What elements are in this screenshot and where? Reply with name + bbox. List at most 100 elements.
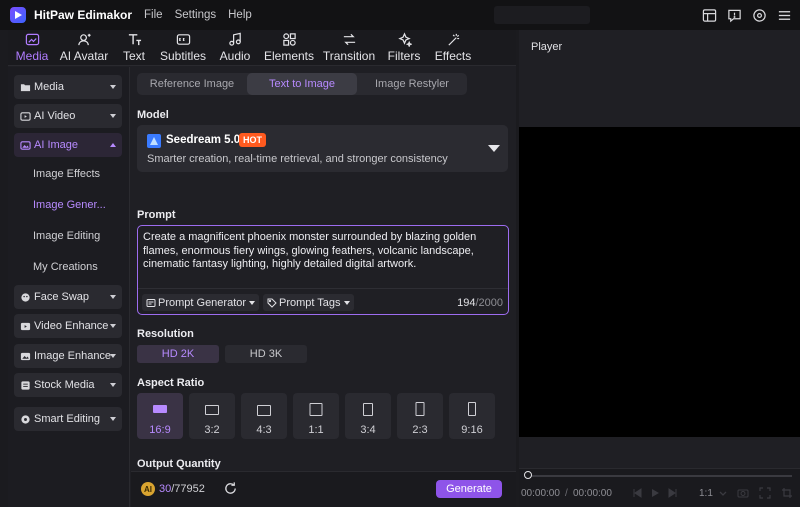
nav-label: Media (34, 81, 64, 93)
tab-ai-avatar[interactable]: AI Avatar (56, 30, 112, 66)
aspect-2-3[interactable]: 2:3 (397, 393, 443, 439)
folder-icon (20, 83, 31, 91)
tab-audio[interactable]: Audio (210, 30, 260, 66)
media-panel: Media AI Avatar Text Subtitles Audio Ele… (8, 30, 516, 507)
tab-text[interactable]: Text (112, 30, 156, 66)
aspect-4-3-icon (257, 405, 271, 416)
segment-image-restyler[interactable]: Image Restyler (357, 73, 467, 95)
nav-video-enhance[interactable]: Video Enhance (14, 314, 122, 338)
feedback-icon[interactable] (726, 7, 742, 23)
crop-icon[interactable] (781, 487, 793, 499)
menu-help[interactable]: Help (228, 9, 252, 21)
subnav-my-creations[interactable]: My Creations (33, 261, 98, 273)
title-bar: HitPaw Edimakor File Settings Help (0, 0, 800, 30)
prompt-tags-button[interactable]: Prompt Tags (263, 294, 354, 311)
nav-smart-editing[interactable]: Smart Editing (14, 407, 122, 431)
chevron-down-icon (110, 417, 116, 421)
smart-editing-icon (21, 414, 30, 424)
aspect-3-4[interactable]: 3:4 (345, 393, 391, 439)
menu-settings[interactable]: Settings (175, 9, 217, 21)
nav-ai-image[interactable]: AI Image (14, 133, 122, 157)
prompt-input[interactable]: Create a magnificent phoenix monster sur… (137, 225, 509, 315)
aspect-label: 4:3 (256, 424, 272, 436)
menu-file[interactable]: File (144, 9, 163, 21)
chevron-down-icon (110, 354, 116, 358)
resolution-label: Resolution (137, 328, 194, 340)
nav-stock-media[interactable]: Stock Media (14, 373, 122, 397)
resolution-hd-3k[interactable]: HD 3K (225, 345, 307, 363)
tab-transition[interactable]: Transition (318, 30, 380, 66)
aspect-9-16[interactable]: 9:16 (449, 393, 495, 439)
chevron-down-icon (110, 85, 116, 89)
settings-icon[interactable] (751, 7, 767, 23)
app-name: HitPaw Edimakor (34, 8, 133, 22)
step-forward-icon[interactable] (667, 487, 679, 499)
nav-ai-video[interactable]: AI Video (14, 104, 122, 128)
model-selector[interactable]: Seedream 5.0 HOT Smarter creation, real-… (137, 125, 508, 172)
player-preview[interactable] (519, 127, 800, 437)
segment-reference-image[interactable]: Reference Image (137, 73, 247, 95)
nav-label: Face Swap (34, 291, 90, 303)
tab-filters[interactable]: Filters (380, 30, 428, 66)
tab-label: AI Avatar (59, 49, 109, 63)
scrubber-handle[interactable] (524, 471, 532, 479)
chevron-down-icon (110, 324, 116, 328)
aspect-9-16-icon (468, 402, 476, 416)
tab-label: Audio (219, 49, 251, 63)
playback-scrubber[interactable] (527, 475, 792, 477)
nav-label: Video Enhance (34, 320, 109, 332)
snapshot-icon[interactable] (737, 487, 749, 499)
nav-media[interactable]: Media (14, 75, 122, 99)
prompt-generator-icon (146, 298, 156, 307)
play-icon[interactable] (649, 487, 661, 499)
subnav-image-generator[interactable]: Image Gener... (33, 199, 106, 211)
subtitles-icon (176, 34, 190, 45)
app-logo-icon (10, 7, 26, 23)
aspect-16-9-icon (153, 405, 167, 413)
segment-text-to-image[interactable]: Text to Image (247, 73, 357, 95)
chevron-down-icon[interactable] (717, 487, 729, 499)
nav-face-swap[interactable]: Face Swap (14, 285, 122, 309)
char-counter: 194/2000 (457, 297, 503, 309)
aspect-4-3[interactable]: 4:3 (241, 393, 287, 439)
step-back-icon[interactable] (631, 487, 643, 499)
player-title: Player (531, 41, 563, 53)
subnav-image-effects[interactable]: Image Effects (33, 168, 100, 180)
prompt-generator-button[interactable]: Prompt Generator (142, 294, 260, 311)
zoom-level[interactable]: 1:1 (699, 488, 713, 499)
top-tabs: Media AI Avatar Text Subtitles Audio Ele… (8, 30, 516, 66)
prompt-text[interactable]: Create a magnificent phoenix monster sur… (143, 231, 503, 272)
tab-subtitles[interactable]: Subtitles (156, 30, 210, 66)
tab-effects[interactable]: Effects (428, 30, 478, 66)
caret-down-icon (249, 300, 256, 305)
fullscreen-icon[interactable] (759, 487, 771, 499)
aspect-2-3-icon (415, 402, 425, 416)
tab-media[interactable]: Media (8, 30, 56, 66)
resolution-hd-2k[interactable]: HD 2K (137, 345, 219, 363)
nav-image-enhance[interactable]: Image Enhance (14, 344, 122, 368)
tab-label: Media (15, 49, 49, 63)
aspect-16-9[interactable]: 16:9 (137, 393, 183, 439)
chevron-down-icon (110, 295, 116, 299)
chevron-down-icon (110, 114, 116, 118)
video-enhance-icon (20, 322, 31, 330)
credits-total: /77952 (171, 483, 205, 495)
time-separator: / (565, 488, 568, 499)
aspect-1-1[interactable]: 1:1 (293, 393, 339, 439)
tab-label: Elements (263, 49, 315, 63)
tab-elements[interactable]: Elements (260, 30, 318, 66)
subnav-image-editing[interactable]: Image Editing (33, 230, 100, 242)
aspect-3-4-icon (363, 403, 373, 416)
hot-badge: HOT (239, 133, 266, 147)
aspect-3-2[interactable]: 3:2 (189, 393, 235, 439)
ai-image-content: Reference Image Text to Image Image Rest… (131, 67, 516, 507)
output-quantity-label: Output Quantity (137, 458, 221, 470)
tab-label: Effects (434, 49, 472, 63)
filters-icon (397, 32, 412, 47)
refresh-icon[interactable] (223, 481, 238, 496)
layout-icon[interactable] (701, 7, 717, 23)
audio-icon (228, 32, 241, 46)
menu-icon[interactable] (776, 7, 792, 23)
ai-image-icon (20, 140, 31, 150)
generate-button[interactable]: Generate (436, 480, 502, 498)
